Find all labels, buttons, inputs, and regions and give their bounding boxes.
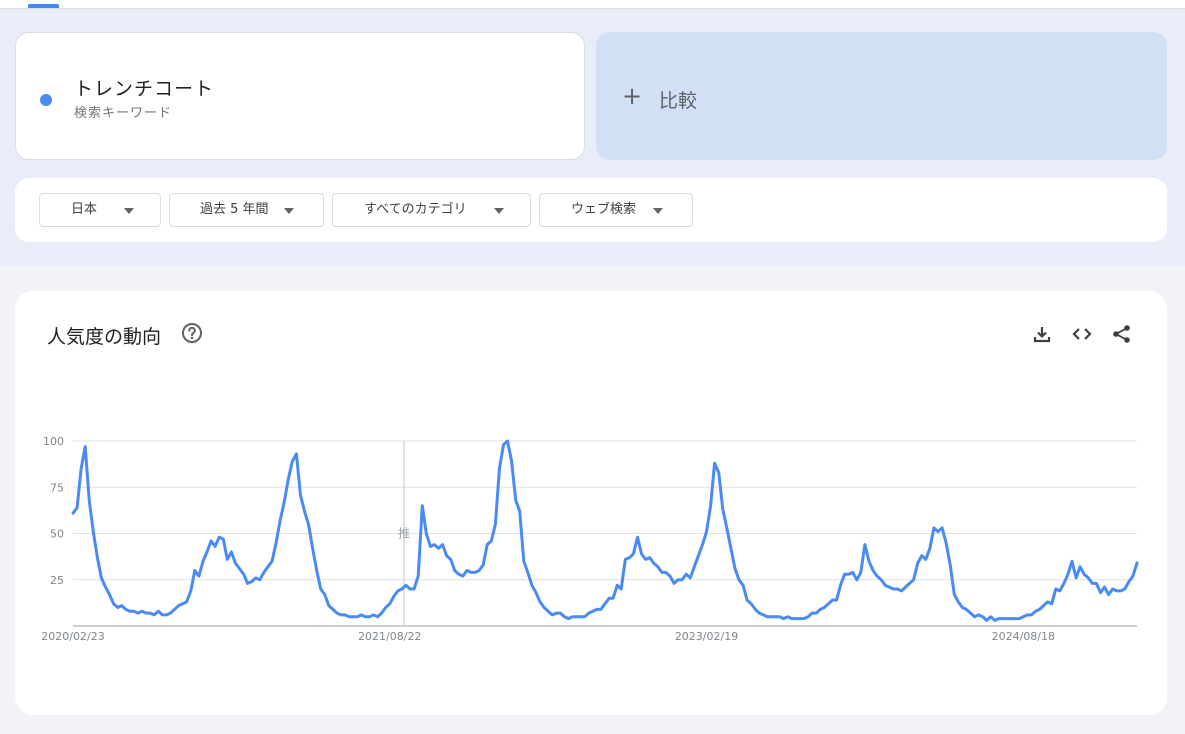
search-type-filter-label: ウェブ検索 — [571, 202, 637, 217]
x-tick-label: 2024/08/18 — [992, 630, 1055, 643]
top-nav-bar — [0, 0, 1185, 9]
plus-icon: + — [622, 82, 643, 110]
region-filter-label: 日本 — [71, 202, 98, 217]
y-tick-label: 100 — [43, 435, 64, 448]
chevron-down-icon — [653, 208, 663, 214]
time-range-filter[interactable]: 過去 5 年間 — [169, 193, 324, 227]
help-icon[interactable] — [181, 322, 203, 344]
search-type-filter[interactable]: ウェブ検索 — [539, 193, 693, 227]
interest-over-time-chart: 25 50 75 100 推 2020/02/23 2021/08/22 2023/02/19… — [41, 435, 1139, 643]
chevron-down-icon — [284, 208, 294, 214]
y-tick-label: 25 — [50, 574, 64, 587]
x-tick-label: 2021/08/22 — [358, 630, 421, 643]
active-tab-indicator — [28, 4, 59, 8]
share-icon[interactable] — [1111, 323, 1133, 345]
interest-over-time-card: 25 50 75 100 推 2020/02/23 2021/08/22 2023/02/19… — [15, 291, 1167, 715]
time-range-filter-label: 過去 5 年間 — [200, 202, 269, 217]
chevron-down-icon — [124, 208, 134, 214]
category-filter-label: すべてのカテゴリ — [364, 202, 467, 217]
compare-button[interactable]: + 比較 — [596, 32, 1167, 160]
series-line — [71, 439, 1139, 622]
x-tick-label: 2023/02/19 — [675, 630, 738, 643]
x-tick-label: 2020/02/23 — [41, 630, 104, 643]
filter-bar: 日本 過去 5 年間 すべてのカテゴリ ウェブ検索 — [15, 178, 1167, 242]
category-filter[interactable]: すべてのカテゴリ — [332, 193, 531, 227]
chart-title: 人気度の動向 — [47, 326, 162, 348]
search-term-type: 検索キーワード — [74, 106, 173, 121]
y-tick-label: 75 — [50, 481, 64, 494]
search-term-card[interactable]: トレンチコート 検索キーワード — [15, 32, 585, 160]
compare-label: 比較 — [659, 90, 698, 112]
embed-code-icon[interactable] — [1071, 323, 1093, 345]
series-color-dot — [40, 94, 52, 106]
y-tick-label: 50 — [50, 528, 64, 541]
chevron-down-icon — [494, 208, 504, 214]
region-filter[interactable]: 日本 — [39, 193, 161, 227]
search-term-name: トレンチコート — [74, 78, 215, 100]
download-icon[interactable] — [1031, 323, 1053, 345]
annotation-label: 推 — [398, 527, 410, 541]
